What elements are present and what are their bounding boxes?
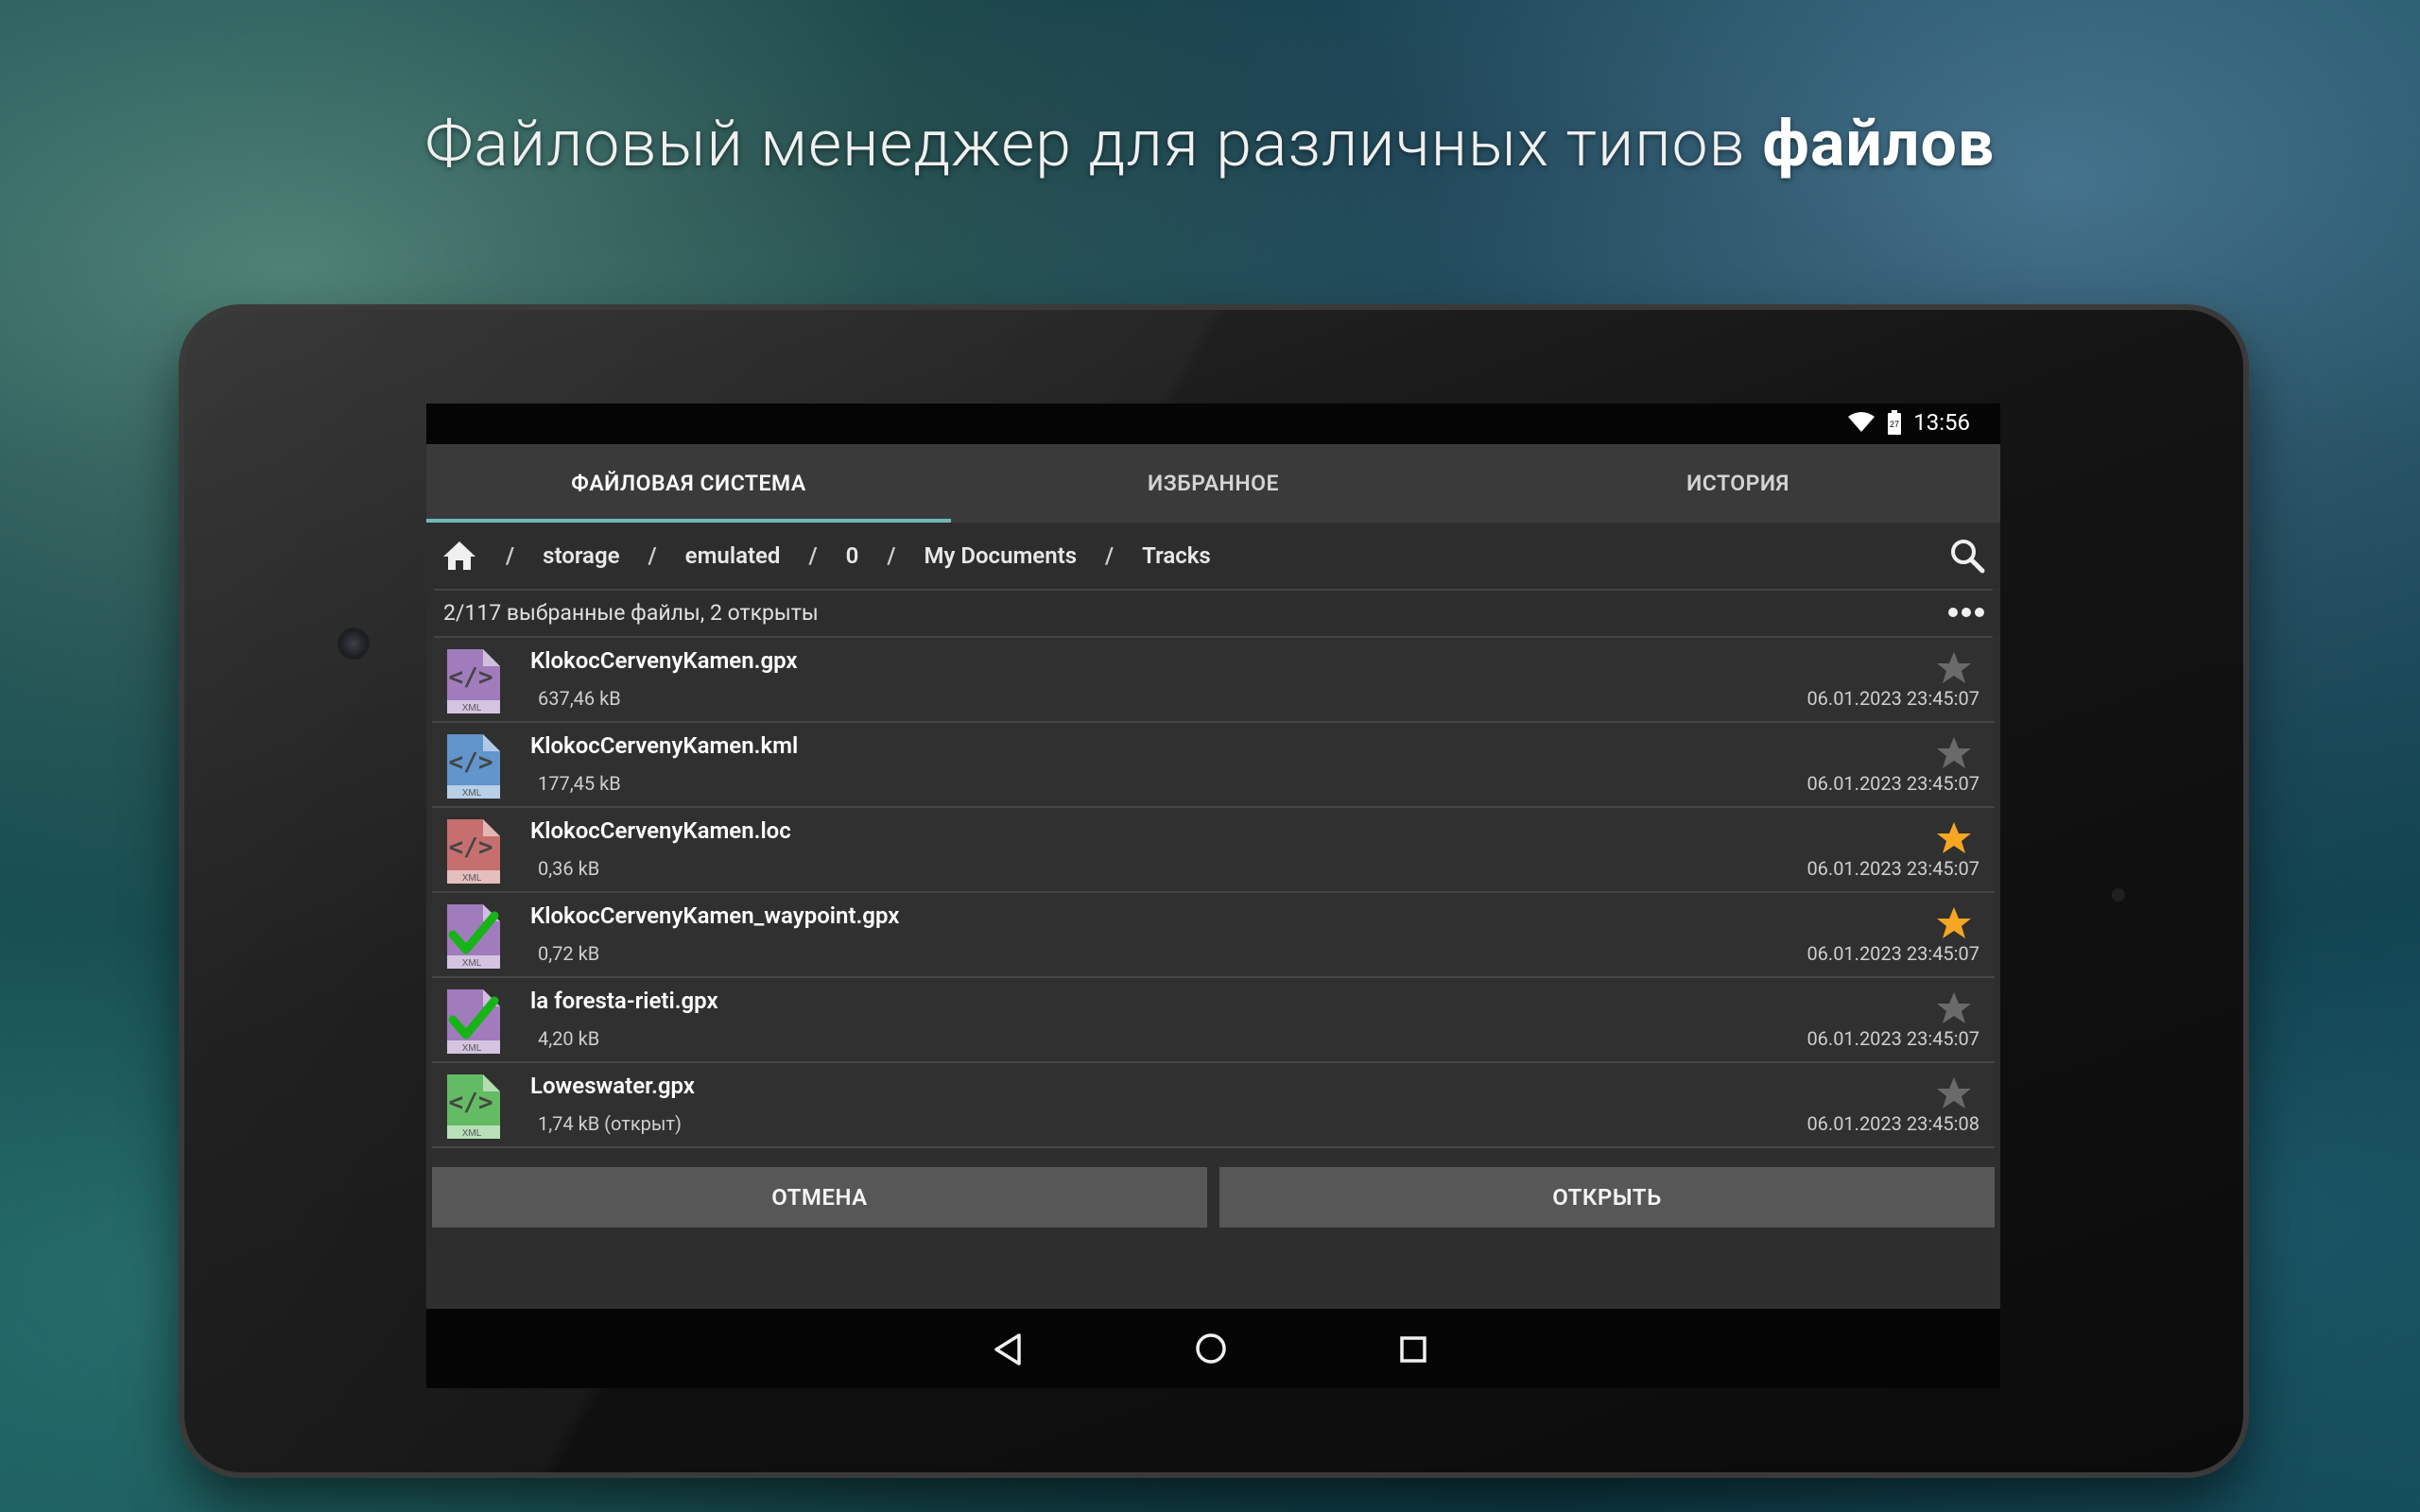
file-date: 06.01.2023 23:45:07 xyxy=(1806,1027,1979,1050)
star-filled-icon[interactable] xyxy=(1936,821,1972,855)
wifi-icon xyxy=(1847,411,1876,434)
headline: Файловый менеджер для различных типов фа… xyxy=(0,106,2420,181)
breadcrumb-separator: / xyxy=(808,542,818,569)
home-circle-icon[interactable] xyxy=(1194,1332,1228,1366)
navigation-bar xyxy=(426,1309,2000,1388)
xml-file-icon: XML </> xyxy=(445,732,502,800)
tab-bar: ФАЙЛОВАЯ СИСТЕМА ИЗБРАННОЕ ИСТОРИЯ xyxy=(426,444,2000,523)
selection-status: 2/117 выбранные файлы, 2 открыты xyxy=(443,600,819,626)
status-icons: 27 13:56 xyxy=(1847,409,1970,436)
breadcrumb-separator: / xyxy=(887,542,896,569)
file-size: 637,46 kB xyxy=(538,687,621,710)
headline-bold: файлов xyxy=(1762,106,1996,181)
xml-file-icon: XML </> xyxy=(445,817,502,885)
recent-apps-icon[interactable] xyxy=(1397,1333,1429,1366)
file-size: 177,45 kB xyxy=(538,772,621,795)
tab-file-system[interactable]: ФАЙЛОВАЯ СИСТЕМА xyxy=(426,444,951,523)
file-row[interactable]: XML</>lozorno.gpx3,54 kB (открыт)06.01.2… xyxy=(432,1148,1995,1150)
file-list: XML </> KlokocCervenyKamen.gpx 637,46 kB 06.… xyxy=(432,638,1995,1150)
svg-text:XML: XML xyxy=(462,958,482,969)
breadcrumb: / storage / emulated / 0 / My Documents … xyxy=(426,523,2000,589)
svg-text:XML: XML xyxy=(462,873,482,884)
selection-bar: 2/117 выбранные файлы, 2 открыты xyxy=(426,591,2000,636)
home-icon[interactable] xyxy=(441,538,477,574)
star-outline-icon[interactable] xyxy=(1936,991,1972,1025)
svg-text:XML: XML xyxy=(462,703,482,713)
svg-text:XML: XML xyxy=(462,1043,482,1054)
svg-text:</>: </> xyxy=(449,1089,493,1117)
xml-file-icon: XML xyxy=(445,902,502,971)
breadcrumb-item-storage[interactable]: storage xyxy=(543,542,619,569)
file-size: 0,72 kB xyxy=(538,942,600,965)
svg-text:</>: </> xyxy=(449,833,493,862)
file-name: KlokocCervenyKamen.loc xyxy=(530,817,791,844)
star-outline-icon[interactable] xyxy=(1936,736,1972,770)
star-filled-icon[interactable] xyxy=(1936,906,1972,940)
back-icon[interactable] xyxy=(991,1332,1025,1367)
status-time: 13:56 xyxy=(1913,409,1970,436)
battery-icon: 27 xyxy=(1887,410,1902,435)
breadcrumb-item-0[interactable]: 0 xyxy=(846,542,859,569)
breadcrumb-separator: / xyxy=(648,542,657,569)
action-buttons: ОТМЕНА ОТКРЫТЬ xyxy=(426,1158,2000,1228)
file-row[interactable]: XML KlokocCervenyKamen_waypoint.gpx 0,72 k… xyxy=(432,893,1995,978)
xml-file-icon: XML </> xyxy=(445,1073,502,1141)
svg-text:XML: XML xyxy=(462,788,482,799)
tablet-screen: 27 13:56 ФАЙЛОВАЯ СИСТЕМА ИЗБРАННОЕ ИСТО… xyxy=(426,404,2000,1388)
file-name: KlokocCervenyKamen_waypoint.gpx xyxy=(530,902,900,929)
breadcrumb-item-emulated[interactable]: emulated xyxy=(685,542,781,569)
star-outline-icon[interactable] xyxy=(1936,651,1972,685)
svg-text:27: 27 xyxy=(1890,420,1899,429)
xml-file-icon: XML xyxy=(445,988,502,1056)
file-date: 06.01.2023 23:45:07 xyxy=(1806,772,1979,795)
file-size: 1,74 kB (открыт) xyxy=(538,1112,682,1135)
light-sensor xyxy=(2112,888,2125,902)
search-icon[interactable] xyxy=(1947,536,1987,576)
file-date: 06.01.2023 23:45:07 xyxy=(1806,942,1979,965)
breadcrumb-item-tracks[interactable]: Tracks xyxy=(1142,542,1211,569)
file-row[interactable]: XML </> KlokocCervenyKamen.loc 0,36 kB 06.01… xyxy=(432,808,1995,893)
headline-regular: Файловый менеджер для различных типов xyxy=(424,106,1746,181)
file-row[interactable]: XML la foresta-rieti.gpx 4,20 kB 06.01.2023… xyxy=(432,978,1995,1063)
file-name: la foresta-rieti.gpx xyxy=(530,988,718,1014)
xml-file-icon: XML </> xyxy=(445,647,502,715)
tab-history[interactable]: ИСТОРИЯ xyxy=(1476,444,2000,523)
status-bar: 27 13:56 xyxy=(426,404,2000,444)
breadcrumb-separator: / xyxy=(1105,542,1115,569)
front-camera xyxy=(337,627,370,660)
more-options-icon[interactable] xyxy=(1945,600,1987,625)
file-size: 0,36 kB xyxy=(538,857,600,880)
file-row[interactable]: XML </> Loweswater.gpx 1,74 kB (открыт) 06.0… xyxy=(432,1063,1995,1148)
file-date: 06.01.2023 23:45:07 xyxy=(1806,687,1979,710)
file-size: 4,20 kB xyxy=(538,1027,600,1050)
file-row[interactable]: XML </> KlokocCervenyKamen.kml 177,45 kB 06.… xyxy=(432,723,1995,808)
svg-text:</>: </> xyxy=(449,748,493,777)
tab-favorites[interactable]: ИЗБРАННОЕ xyxy=(951,444,1476,523)
cancel-button[interactable]: ОТМЕНА xyxy=(432,1167,1207,1228)
open-button[interactable]: ОТКРЫТЬ xyxy=(1219,1167,1995,1228)
file-name: KlokocCervenyKamen.gpx xyxy=(530,647,798,674)
breadcrumb-separator: / xyxy=(506,542,515,569)
star-outline-icon[interactable] xyxy=(1936,1076,1972,1110)
file-date: 06.01.2023 23:45:07 xyxy=(1806,857,1979,880)
breadcrumb-item-my-documents[interactable]: My Documents xyxy=(924,542,1077,569)
svg-text:</>: </> xyxy=(449,663,493,692)
file-name: KlokocCervenyKamen.kml xyxy=(530,732,799,759)
file-date: 06.01.2023 23:45:08 xyxy=(1806,1112,1979,1135)
file-name: Loweswater.gpx xyxy=(530,1073,695,1099)
svg-text:XML: XML xyxy=(462,1128,482,1139)
file-row[interactable]: XML </> KlokocCervenyKamen.gpx 637,46 kB 06.… xyxy=(432,638,1995,723)
